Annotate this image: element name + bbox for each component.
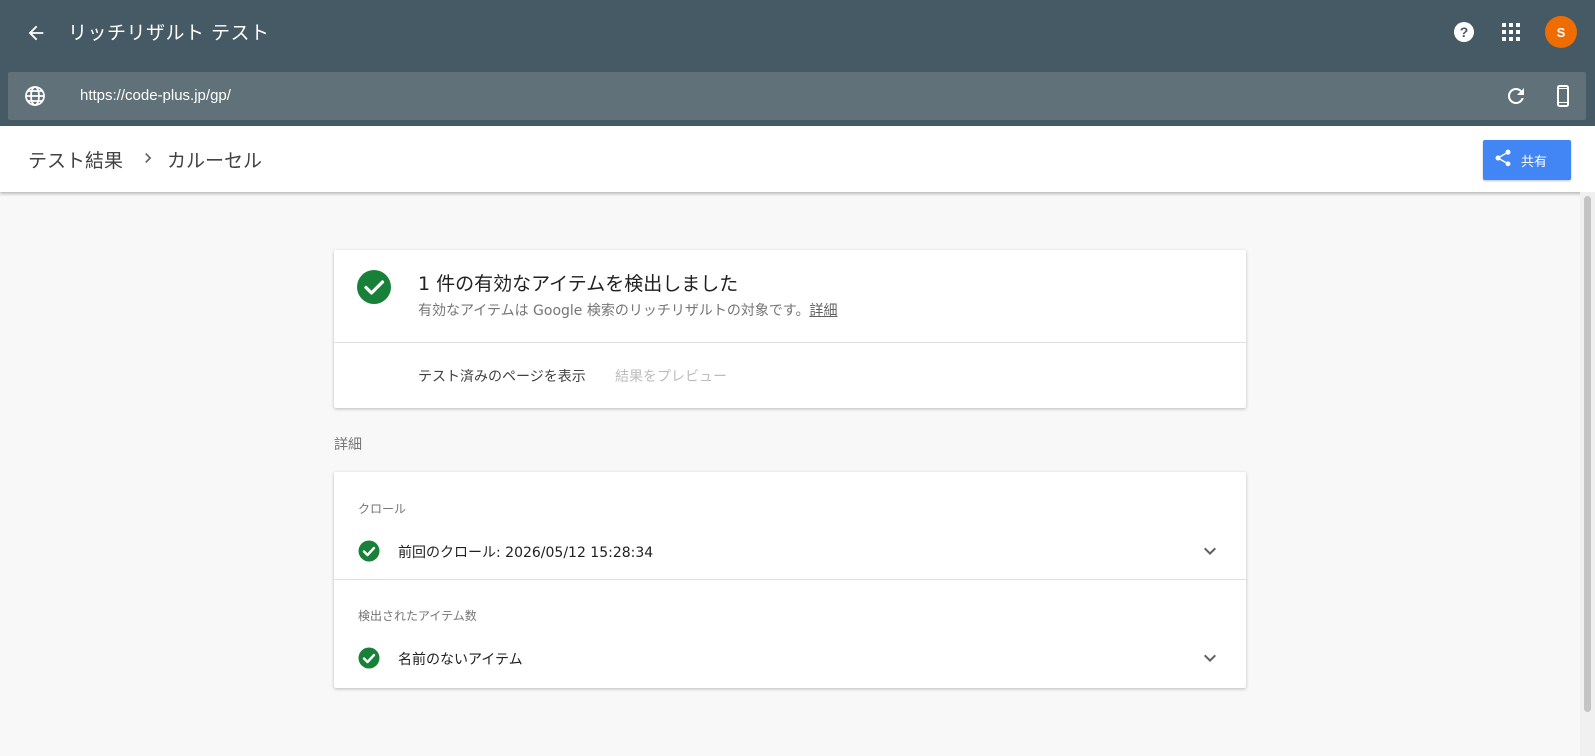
- summary-description-text: 有効なアイテムは Google 検索のリッチリザルトの対象です。: [418, 303, 810, 319]
- chevron-right-icon: [138, 148, 158, 168]
- details-section-label: 詳細: [334, 437, 362, 453]
- reload-icon[interactable]: [1504, 84, 1528, 108]
- avatar[interactable]: S: [1545, 16, 1577, 48]
- view-tested-page-button[interactable]: テスト済みのページを表示: [418, 366, 586, 386]
- preview-result-button[interactable]: 結果をプレビュー: [615, 366, 727, 386]
- crawl-group-label: クロール: [358, 502, 407, 516]
- url-text[interactable]: https://code-plus.jp/gp/: [80, 84, 231, 108]
- details-link[interactable]: 詳細: [809, 303, 837, 319]
- share-button[interactable]: 共有: [1483, 140, 1571, 180]
- check-circle-icon: [358, 540, 380, 562]
- globe-icon: [23, 84, 47, 108]
- app-title: リッチリザルト テスト: [68, 22, 270, 44]
- back-arrow-icon[interactable]: [22, 19, 50, 47]
- chevron-down-icon[interactable]: [1198, 646, 1222, 670]
- apps-grid-icon[interactable]: [1497, 18, 1525, 46]
- scrollbar-thumb[interactable]: [1584, 196, 1591, 712]
- share-label: 共有: [1521, 154, 1548, 170]
- url-bar: https://code-plus.jp/gp/: [8, 72, 1586, 120]
- divider: [334, 579, 1246, 580]
- summary-card: 1 件の有効なアイテムを検出しました 有効なアイテムは Google 検索のリッ…: [334, 250, 1246, 408]
- crawl-row-text[interactable]: 前回のクロール: 2026/05/12 15:28:34: [398, 542, 653, 562]
- top-app-bar: リッチリザルト テスト ? S https://code-plus.jp/gp/: [0, 0, 1595, 126]
- items-group-label: 検出されたアイテム数: [358, 609, 477, 623]
- unnamed-item-row-text[interactable]: 名前のないアイテム: [398, 649, 523, 669]
- check-circle-icon: [356, 269, 392, 305]
- summary-headline: 1 件の有効なアイテムを検出しました: [418, 273, 739, 295]
- check-circle-icon: [358, 647, 380, 669]
- mobile-device-icon[interactable]: [1551, 84, 1575, 108]
- breadcrumb-current: カルーセル: [167, 150, 263, 172]
- details-card: クロール 前回のクロール: 2026/05/12 15:28:34 検出されたア…: [334, 472, 1246, 688]
- summary-description: 有効なアイテムは Google 検索のリッチリザルトの対象です。詳細: [418, 300, 837, 320]
- divider: [334, 342, 1246, 343]
- share-icon: [1493, 148, 1513, 172]
- help-icon[interactable]: ?: [1450, 18, 1478, 46]
- svg-text:?: ?: [1460, 24, 1469, 40]
- sub-header: テスト結果 カルーセル 共有: [0, 126, 1595, 192]
- chevron-down-icon[interactable]: [1198, 539, 1222, 563]
- breadcrumb-root[interactable]: テスト結果: [28, 146, 123, 173]
